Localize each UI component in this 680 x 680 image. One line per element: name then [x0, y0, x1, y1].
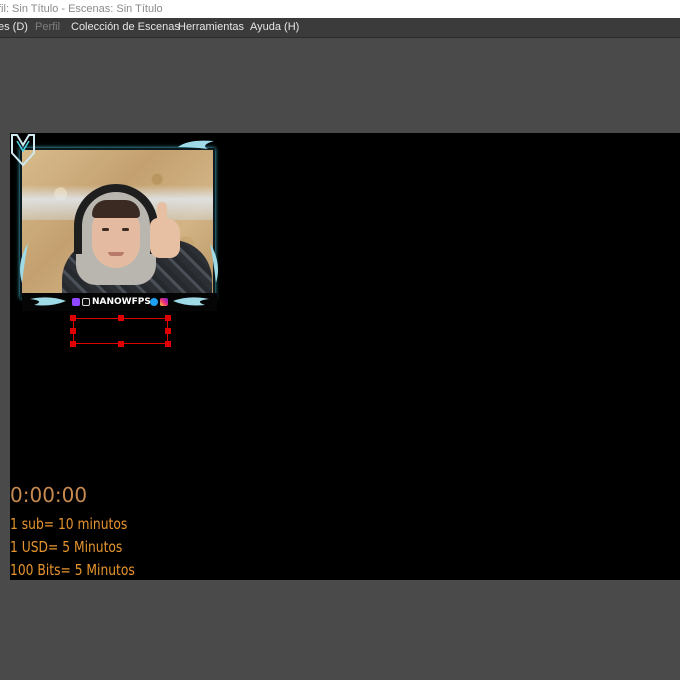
resize-handle-right[interactable]	[165, 328, 171, 334]
rule-sub[interactable]: 1 sub= 10 minutos	[10, 514, 127, 534]
window-title: fil: Sin Título - Escenas: Sin Título	[0, 3, 163, 15]
menu-help[interactable]: Ayuda (H)	[250, 18, 299, 37]
menu-profile[interactable]: Perfil	[35, 18, 60, 37]
rule-bits[interactable]: 100 Bits= 5 Minutos	[10, 560, 135, 580]
resize-handle-top-left[interactable]	[70, 315, 76, 321]
resize-handle-top[interactable]	[118, 315, 124, 321]
webcam-overlay[interactable]: NANOWFPS	[10, 133, 222, 313]
left-wing-icon	[20, 243, 28, 283]
resize-handle-top-right[interactable]	[165, 315, 171, 321]
menu-scenes[interactable]: es (D)	[0, 18, 28, 37]
resize-handle-bottom-right[interactable]	[165, 341, 171, 347]
title-bar: fil: Sin Título - Escenas: Sin Título	[0, 0, 680, 18]
right-wing-icon	[210, 243, 218, 283]
preview-canvas[interactable]: NANOWFPS 0:00:00 1 sub= 10 minutos 1 USD…	[10, 133, 680, 580]
bottom-left-wing-icon	[30, 297, 66, 306]
twitter-icon	[150, 298, 158, 306]
resize-handle-left[interactable]	[70, 328, 76, 334]
resize-handle-bottom[interactable]	[118, 341, 124, 347]
instagram-icon	[160, 298, 168, 306]
channel-logo-icon	[11, 134, 35, 167]
channel-name: NANOWFPS	[92, 297, 151, 307]
menu-bar: es (D) Perfil Colección de Escenas Herra…	[0, 18, 680, 38]
menu-tools[interactable]: Herramientas	[178, 18, 244, 37]
rule-usd[interactable]: 1 USD= 5 Minutos	[10, 537, 122, 557]
resize-handle-bottom-left[interactable]	[70, 341, 76, 347]
menu-scene-collection[interactable]: Colección de Escenas	[71, 18, 180, 37]
top-wing-icon	[178, 140, 214, 149]
tiktok-icon	[82, 298, 90, 306]
subathon-timer[interactable]: 0:00:00	[10, 483, 87, 507]
bottom-right-wing-icon	[173, 297, 209, 306]
twitch-icon	[72, 298, 80, 306]
webcam-border	[20, 148, 215, 298]
